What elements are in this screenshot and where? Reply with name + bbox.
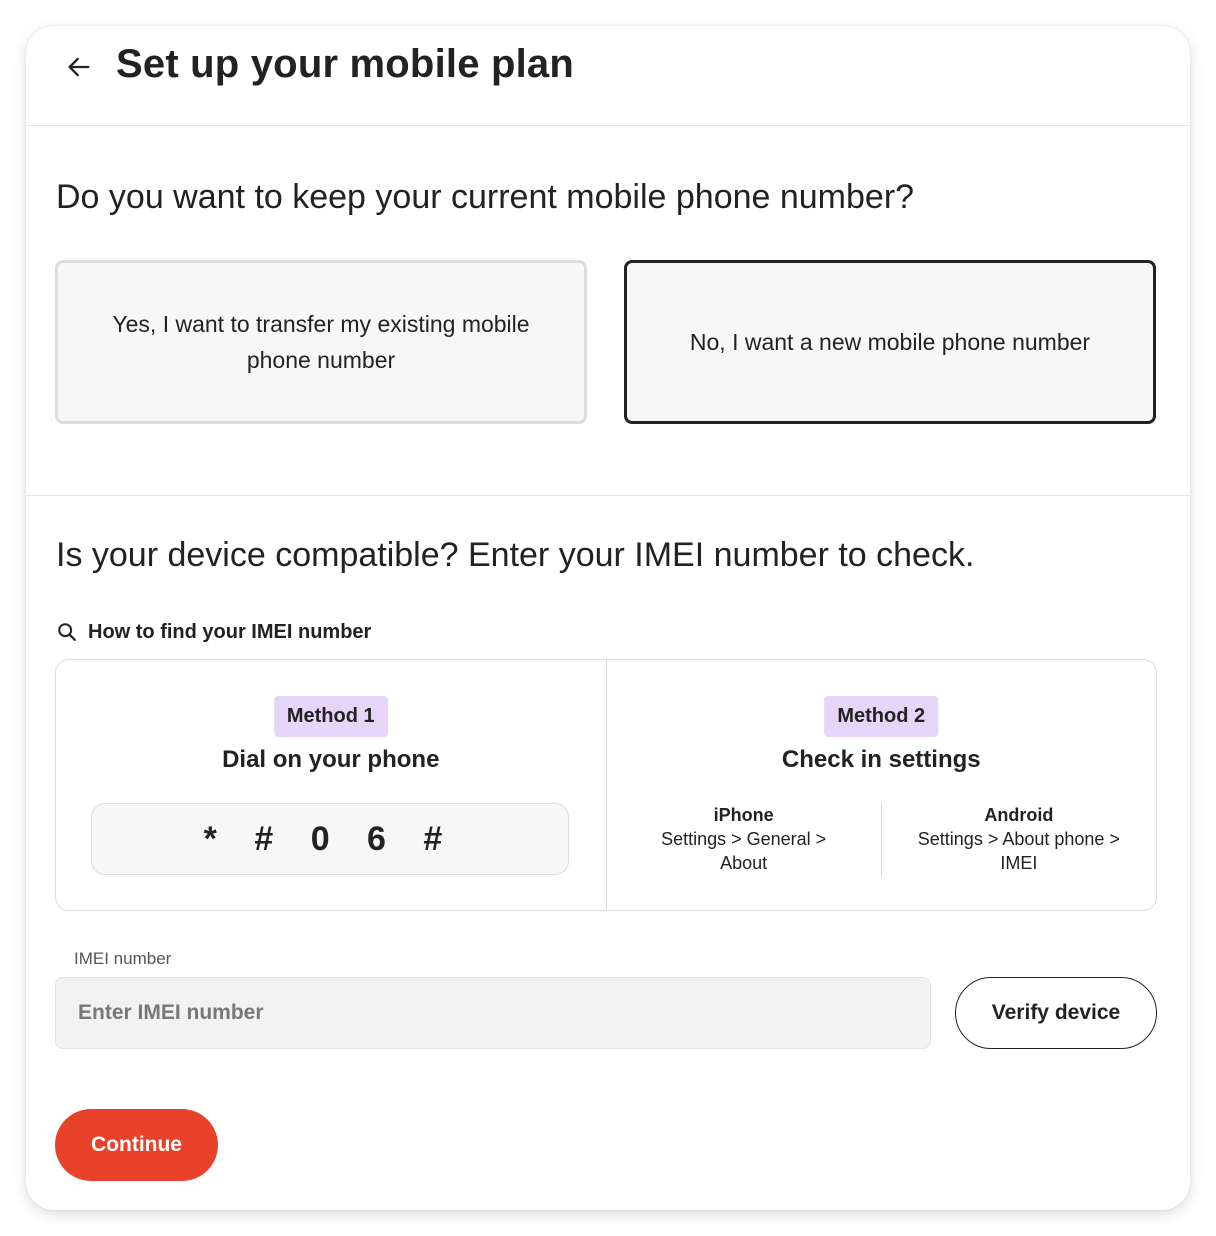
continue-button[interactable]: Continue bbox=[55, 1109, 218, 1181]
method-2-badge: Method 2 bbox=[824, 696, 939, 737]
method-1-title: Dial on your phone bbox=[222, 746, 440, 773]
imei-input[interactable] bbox=[55, 977, 931, 1049]
android-label: Android bbox=[984, 805, 1054, 825]
page-title: Set up your mobile plan bbox=[116, 42, 574, 86]
method-1-badge: Method 1 bbox=[273, 696, 388, 737]
option-new-label: No, I want a new mobile phone number bbox=[689, 329, 1091, 355]
section-divider bbox=[26, 495, 1190, 496]
android-path: Settings > About phone > IMEI bbox=[917, 829, 1120, 873]
page-header: Set up your mobile plan bbox=[26, 26, 1190, 126]
arrow-left-icon bbox=[68, 57, 90, 77]
imei-help-toggle[interactable]: How to find your IMEI number bbox=[56, 620, 371, 644]
option-transfer-label: Yes, I want to transfer my existing mobi… bbox=[112, 311, 530, 373]
option-new-number[interactable]: No, I want a new mobile phone number bbox=[624, 260, 1156, 424]
back-button[interactable] bbox=[62, 50, 96, 84]
search-icon bbox=[56, 620, 80, 644]
option-transfer-number[interactable]: Yes, I want to transfer my existing mobi… bbox=[55, 260, 587, 424]
android-instructions: Android Settings > About phone > IMEI bbox=[880, 803, 1156, 877]
setup-card: Set up your mobile plan Do you want to k… bbox=[26, 26, 1190, 1210]
settings-paths: iPhone Settings > General > About Androi… bbox=[607, 803, 1157, 877]
iphone-path: Settings > General > About bbox=[661, 829, 827, 873]
iphone-instructions: iPhone Settings > General > About bbox=[607, 803, 881, 877]
keep-number-question: Do you want to keep your current mobile … bbox=[56, 178, 915, 216]
dial-code: * # 0 6 # bbox=[91, 803, 569, 875]
method-2-title: Check in settings bbox=[781, 746, 981, 773]
verify-device-button[interactable]: Verify device bbox=[955, 977, 1157, 1049]
device-compat-question: Is your device compatible? Enter your IM… bbox=[56, 536, 975, 574]
method-2-panel: Method 2 Check in settings iPhone Settin… bbox=[605, 660, 1157, 910]
method-1-panel: Method 1 Dial on your phone * # 0 6 # bbox=[56, 660, 606, 910]
imei-field-label: IMEI number bbox=[74, 949, 172, 968]
iphone-label: iPhone bbox=[713, 805, 774, 825]
imei-methods-panel: Method 1 Dial on your phone * # 0 6 # Me… bbox=[55, 659, 1157, 911]
imei-help-label: How to find your IMEI number bbox=[88, 620, 372, 643]
